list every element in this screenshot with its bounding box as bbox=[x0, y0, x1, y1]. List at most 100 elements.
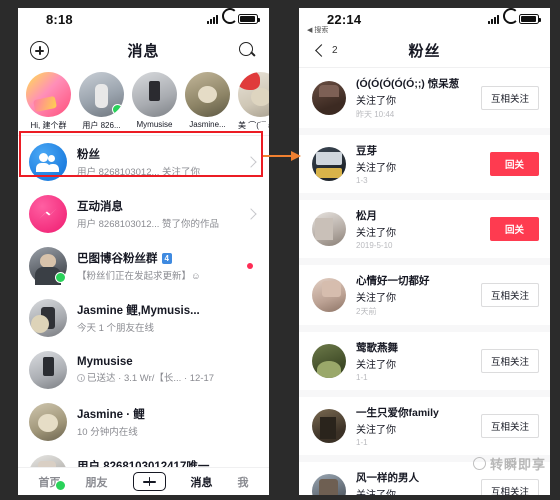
conversation-text: 巴图博谷粉丝群 4 【粉丝们正在发起求更新】☺ bbox=[77, 250, 237, 282]
conversation-row[interactable]: Jasmine 鲤,Mymusis... 今天 1 个朋友在线 bbox=[18, 292, 269, 344]
story-avatar[interactable] bbox=[132, 72, 177, 117]
fan-text: 心情好一切都好 关注了你 2天前 bbox=[356, 273, 471, 317]
story-item[interactable]: Mymusise bbox=[132, 72, 177, 131]
section-separator bbox=[299, 325, 550, 332]
conversation-title: 巴图博谷粉丝群 4 bbox=[77, 250, 237, 266]
section-separator bbox=[299, 128, 550, 135]
left-nav-bar: 消息 bbox=[18, 34, 269, 67]
fans-group-icon bbox=[29, 143, 67, 181]
section-separator bbox=[299, 455, 550, 462]
story-avatar[interactable] bbox=[26, 72, 71, 117]
conversation-subtitle: 【粉丝们正在发起求更新】☺ bbox=[77, 271, 201, 282]
back-chevron-icon[interactable] bbox=[311, 42, 328, 59]
mutual-follow-button[interactable]: 互相关注 bbox=[480, 479, 539, 495]
conversation-subtitle: 用户 8268103012... 赞了你的作品 bbox=[77, 219, 220, 230]
mutual-follow-button[interactable]: 互相关注 bbox=[480, 86, 539, 110]
status-indicators bbox=[488, 14, 541, 24]
fan-time: 昨天 10:44 bbox=[356, 110, 395, 119]
left-status-bar: 8:18 bbox=[18, 8, 269, 34]
tab-messages[interactable]: 消息 bbox=[191, 474, 213, 490]
fan-text: 豆芽 关注了你 1-3 bbox=[356, 143, 480, 185]
follow-back-button[interactable]: 回关 bbox=[489, 152, 539, 176]
conversation-text: 粉丝 用户 8268103012... 关注了你 bbox=[77, 146, 237, 178]
conversation-row[interactable]: Mymusise 已送达 · 3.1 Wr/【长... · 12-17 bbox=[18, 344, 269, 396]
wifi-icon bbox=[503, 14, 515, 24]
fan-name: 心情好一切都好 bbox=[356, 275, 430, 287]
avatar[interactable] bbox=[312, 344, 346, 378]
mutual-follow-button[interactable]: 互相关注 bbox=[480, 414, 539, 438]
story-item[interactable]: 美 ⌒(´¯ ε ¯`)⌐... bbox=[238, 72, 269, 131]
right-phone-screen: 22:14 ◀ 搜索 2 粉丝 (Ó(Ó(Ó(Ó(Ó;;) 惊呆葱 关注了你 昨… bbox=[299, 8, 550, 495]
fan-time: 1-1 bbox=[356, 438, 368, 447]
fan-time: 2019-5-10 bbox=[356, 241, 393, 250]
right-status-bar: 22:14 ◀ 搜索 bbox=[299, 8, 550, 34]
fan-time: 1-3 bbox=[356, 176, 368, 185]
story-avatar[interactable] bbox=[238, 72, 269, 117]
story-item[interactable]: Jasmine... bbox=[185, 72, 230, 131]
avatar bbox=[29, 403, 67, 441]
cellular-signal-icon bbox=[488, 14, 499, 24]
mutual-follow-button[interactable]: 互相关注 bbox=[480, 349, 539, 373]
fan-text: (Ó(Ó(Ó(Ó(Ó;;) 惊呆葱 关注了你 昨天 10:44 bbox=[356, 76, 471, 120]
conversation-text: 互动消息 用户 8268103012... 赞了你的作品 bbox=[77, 198, 237, 230]
conversation-row-fans[interactable]: 粉丝 用户 8268103012... 关注了你 bbox=[18, 136, 269, 188]
follow-back-button[interactable]: 回关 bbox=[489, 217, 539, 241]
fan-row[interactable]: 松月 关注了你 2019-5-10 回关 bbox=[299, 200, 550, 258]
avatar[interactable] bbox=[312, 81, 346, 115]
fan-row[interactable]: 莺歌燕舞 关注了你 1-1 互相关注 bbox=[299, 332, 550, 390]
conversation-row-group[interactable]: 巴图博谷粉丝群 4 【粉丝们正在发起求更新】☺ bbox=[18, 240, 269, 292]
right-nav-bar: 2 粉丝 bbox=[299, 34, 550, 67]
fan-time: 1-1 bbox=[356, 373, 368, 382]
story-avatar[interactable] bbox=[79, 72, 124, 117]
fan-text: 一生只爱你family 关注了你 1-1 bbox=[356, 405, 471, 447]
fan-name: 莺歌燕舞 bbox=[356, 342, 398, 354]
conversation-subtitle: 已送达 · 3.1 Wr/【长... · 12-17 bbox=[77, 370, 258, 384]
fan-action: 关注了你 bbox=[356, 360, 396, 371]
sent-check-icon bbox=[77, 374, 85, 382]
battery-icon bbox=[238, 14, 260, 24]
screenshot-stage: 8:18 消息 Hi, 建个群 用户 826... Mymusise Jasmi… bbox=[0, 0, 560, 500]
fan-row[interactable]: (Ó(Ó(Ó(Ó(Ó;;) 惊呆葱 关注了你 昨天 10:44 互相关注 bbox=[299, 68, 550, 128]
story-avatar[interactable] bbox=[185, 72, 230, 117]
online-indicator bbox=[55, 272, 66, 283]
interaction-icon bbox=[29, 195, 67, 233]
conversation-row[interactable]: Jasmine · 鲤 10 分钟内在线 bbox=[18, 396, 269, 448]
story-label: 美 ⌒(´¯ ε ¯`)⌐... bbox=[238, 121, 269, 130]
conversation-subtitle: 用户 8268103012... 关注了你 bbox=[77, 167, 201, 178]
fan-text: 风一样的男人 关注了你 1-1 bbox=[356, 470, 471, 495]
avatar[interactable] bbox=[312, 474, 346, 495]
fan-row[interactable]: 豆芽 关注了你 1-3 回关 bbox=[299, 135, 550, 193]
avatar[interactable] bbox=[312, 147, 346, 181]
tab-friends[interactable]: 朋友 bbox=[86, 474, 108, 490]
conversation-row-interaction[interactable]: 互动消息 用户 8268103012... 赞了你的作品 bbox=[18, 188, 269, 240]
story-item[interactable]: 用户 826... bbox=[79, 72, 124, 131]
page-title: 消息 bbox=[127, 43, 160, 60]
conversation-subtitle-text: 已送达 · 3.1 Wr/【长... · 12-17 bbox=[87, 373, 215, 384]
unread-badge: 4 bbox=[161, 252, 172, 264]
tab-create-plus-button[interactable] bbox=[132, 472, 166, 491]
fan-name: 豆芽 bbox=[356, 145, 377, 157]
story-label: Mymusise bbox=[136, 120, 173, 129]
fan-action: 关注了你 bbox=[356, 486, 471, 495]
avatar[interactable] bbox=[312, 409, 346, 443]
stories-strip[interactable]: Hi, 建个群 用户 826... Mymusise Jasmine... 美 … bbox=[18, 67, 269, 135]
search-icon[interactable] bbox=[238, 41, 257, 60]
conversation-title: 粉丝 bbox=[77, 149, 100, 161]
section-separator bbox=[299, 390, 550, 397]
avatar[interactable] bbox=[312, 278, 346, 312]
fan-row[interactable]: 心情好一切都好 关注了你 2天前 互相关注 bbox=[299, 265, 550, 325]
section-separator bbox=[299, 193, 550, 200]
fan-action: 关注了你 bbox=[356, 163, 396, 174]
story-label: 用户 826... bbox=[82, 121, 121, 130]
avatar[interactable] bbox=[312, 212, 346, 246]
conversation-text: Jasmine 鲤,Mymusis... 今天 1 个朋友在线 bbox=[77, 302, 258, 334]
mutual-follow-button[interactable]: 互相关注 bbox=[480, 283, 539, 307]
story-item[interactable]: Hi, 建个群 bbox=[26, 72, 71, 131]
conversation-list: 粉丝 用户 8268103012... 关注了你 互动消息 用户 8268103… bbox=[18, 136, 269, 495]
tab-profile[interactable]: 我 bbox=[238, 474, 249, 490]
fan-row[interactable]: 风一样的男人 关注了你 1-1 互相关注 bbox=[299, 462, 550, 495]
add-plus-circle-icon[interactable] bbox=[30, 41, 49, 60]
fan-text: 莺歌燕舞 关注了你 1-1 bbox=[356, 340, 471, 382]
conversation-subtitle: 今天 1 个朋友在线 bbox=[77, 323, 155, 334]
fan-row[interactable]: 一生只爱你family 关注了你 1-1 互相关注 bbox=[299, 397, 550, 455]
